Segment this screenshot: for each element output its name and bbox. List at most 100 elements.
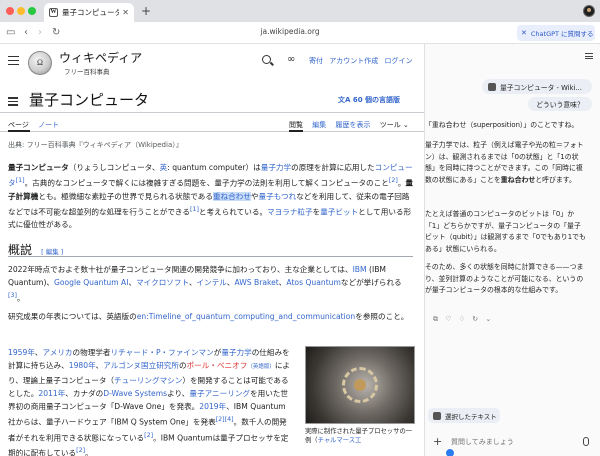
address-bar[interactable]: ja.wikipedia.org	[220, 27, 360, 36]
section-title: 概説	[8, 243, 33, 257]
chat-input[interactable]	[451, 438, 571, 446]
toc-icon[interactable]	[8, 97, 18, 106]
link-intel[interactable]: インテル	[197, 278, 227, 287]
donate-link[interactable]: 寄付	[309, 57, 323, 65]
link-1959[interactable]: 1959年	[8, 348, 35, 357]
dislike-icon[interactable]: ♢	[459, 315, 465, 323]
text: とも。極微細な素粒子の世界で見られる状態である	[38, 191, 213, 201]
wikipedia-logo[interactable]: Ω	[28, 51, 52, 75]
link-superposition-selected[interactable]: 重ね合わせ	[212, 191, 251, 201]
context-chip[interactable]: 量子コンピュータ - Wiki...	[482, 79, 592, 94]
reload-icon[interactable]: ↻	[52, 26, 60, 40]
close-window-button[interactable]	[6, 7, 14, 15]
link-qubit[interactable]: 量子ビット	[320, 207, 358, 216]
user-message: どういう意味？	[528, 97, 592, 111]
link-quantum-mechanics[interactable]: 量子力学	[261, 163, 291, 172]
citation-link[interactable]: [1]	[16, 177, 25, 184]
figure-caption: 実際に制作された量子プロセッサの一例（チャルマース工	[305, 427, 415, 445]
main-menu-icon[interactable]	[8, 56, 19, 65]
citation-link[interactable]: [3]	[8, 292, 17, 299]
site-name[interactable]: ウィキペディア	[59, 49, 142, 66]
link-2019[interactable]: 2019年	[199, 402, 226, 411]
tab-page[interactable]: ページ	[8, 121, 29, 129]
more-icon[interactable]: ⌄	[485, 315, 491, 323]
forward-icon[interactable]: ›	[38, 26, 42, 40]
text: の原理を計算に応用した	[291, 163, 375, 172]
chatgpt-ask-button[interactable]: ✕ ChatGPT に質問する	[517, 25, 595, 41]
active-tab-indicator	[289, 130, 303, 132]
quantum-processor-image[interactable]	[305, 346, 415, 424]
close-icon[interactable]: ✕	[521, 29, 527, 37]
bold-term: 量子コンピュータ	[8, 163, 69, 172]
like-icon[interactable]: ♡	[445, 315, 451, 323]
link-timeline[interactable]: en:Timeline_of_quantum_computing_and_com…	[137, 312, 356, 321]
link-atos-quantum[interactable]: Atos Quantum	[286, 278, 341, 287]
citation-link[interactable]: [2]	[76, 447, 85, 454]
login-link[interactable]: ログイン	[384, 57, 412, 65]
page-icon	[433, 411, 441, 420]
language-button-label: 60 個の言語版	[352, 96, 401, 104]
new-tab-icon[interactable]: +	[141, 3, 151, 19]
citation-link[interactable]: [2]	[144, 432, 153, 439]
intro-paragraph: 量子コンピュータ（りょうしコンピュータ、英: quantum computer）…	[8, 161, 413, 231]
link-argonne[interactable]: アルゴンヌ国立研究所	[103, 361, 179, 370]
link-1980[interactable]: 1980年	[69, 361, 96, 370]
citation-link[interactable]: [2][4]	[216, 416, 234, 423]
tab-read[interactable]: 閲覧	[289, 121, 303, 129]
history-paragraph: 1959年、アメリカの物理学者リチャード・P・ファインマンが量子力学の仕組みを計…	[8, 346, 293, 456]
wikipedia-favicon-icon: W	[49, 8, 58, 17]
link-aws-braket[interactable]: AWS Braket	[235, 278, 279, 287]
link-benioff-redlink[interactable]: ポール・ベニオフ	[187, 361, 248, 370]
header-links: 寄付 アカウント作成 ログイン	[309, 56, 416, 66]
maximize-window-button[interactable]	[28, 7, 36, 15]
assistant-answer-1: 「重ね合わせ（superposition）」のことですね。	[425, 121, 579, 129]
text: 。	[16, 293, 25, 303]
panel-menu-icon[interactable]	[585, 53, 593, 59]
link-turing-machine[interactable]: チューリングマシン	[114, 376, 182, 385]
assistant-answer-2: 量子力学では、粒子（例えば電子や光の粒＝フォトン）は、観測されるまでは「0の状態…	[425, 140, 587, 186]
profile-avatar[interactable]	[583, 5, 595, 17]
copy-icon[interactable]: ⧉	[433, 315, 438, 323]
browser-tab-active[interactable]: W 量子コンピュータ - Wiki ✕	[44, 3, 134, 22]
section-edit-link[interactable]: [ 編集 ]	[41, 248, 63, 256]
add-attachment-icon[interactable]: +	[433, 435, 442, 448]
close-tab-icon[interactable]: ✕	[122, 8, 129, 17]
create-account-link[interactable]: アカウント作成	[329, 57, 378, 65]
link-quantum-annealing[interactable]: 量子アニーリング	[189, 389, 250, 398]
text: と考えられている。	[198, 207, 268, 217]
link-america[interactable]: アメリカ	[43, 348, 73, 357]
search-icon[interactable]	[262, 55, 271, 64]
appearance-icon[interactable]: ∞	[287, 54, 295, 65]
back-icon[interactable]: ‹	[24, 26, 28, 40]
link-2011[interactable]: 2011年	[38, 389, 65, 398]
citation-link[interactable]: [1]	[190, 206, 199, 213]
link-dwave[interactable]: D-Wave Systems	[103, 389, 167, 398]
minimize-window-button[interactable]	[17, 7, 25, 15]
sidebar-toggle-icon[interactable]: ▭	[6, 26, 15, 40]
link-ibm[interactable]: IBM	[353, 265, 367, 274]
chatgpt-button-label: ChatGPT に質問する	[530, 30, 594, 38]
link-microsoft[interactable]: マイクロソフト	[136, 278, 189, 287]
link-english-version[interactable]: （英語版）	[247, 364, 275, 370]
selected-text-chip[interactable]: 選択したテキスト	[428, 408, 500, 423]
link-chalmers[interactable]: チャルマース工	[318, 437, 362, 444]
language-button[interactable]: 文A 60 個の言語版	[338, 95, 400, 105]
tab-title: 量子コンピュータ - Wiki	[62, 8, 120, 17]
citation-link[interactable]: [2]	[389, 177, 398, 184]
selected-text-label: 選択したテキスト	[445, 412, 497, 421]
link-google-quantum-ai[interactable]: Google Quantum AI	[54, 278, 128, 287]
timeline-paragraph: 研究成果の年表については、英語版のen:Timeline_of_quantum_…	[8, 310, 413, 323]
page-tabs: ページ ノート 閲覧 編集 履歴を表示 ツール ⌄	[0, 116, 424, 132]
tab-tools[interactable]: ツール ⌄	[380, 121, 409, 129]
link-feynman[interactable]: リチャード・P・ファインマン	[110, 348, 213, 357]
section-heading: 概説 [ 編集 ]	[8, 239, 413, 257]
tab-talk[interactable]: ノート	[38, 121, 59, 129]
text: 、カナダの	[65, 389, 104, 398]
link-entanglement[interactable]: 量子もつれ	[259, 192, 297, 201]
link-majorana[interactable]: マヨラナ粒子	[267, 207, 313, 216]
tab-edit[interactable]: 編集	[312, 121, 326, 129]
link-quantum-mechanics[interactable]: 量子力学	[221, 348, 251, 357]
tab-history[interactable]: 履歴を表示	[335, 121, 370, 129]
regenerate-icon[interactable]: ↻	[472, 315, 478, 323]
microphone-icon[interactable]	[583, 437, 589, 446]
